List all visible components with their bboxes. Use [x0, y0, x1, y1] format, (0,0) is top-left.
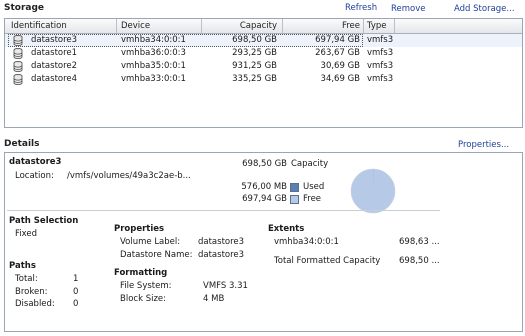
used-value: 576,00 MB	[241, 182, 287, 192]
block-size-label: Block Size:	[120, 294, 167, 304]
cell-type: vmfs3	[367, 35, 394, 45]
database-icon	[13, 61, 23, 72]
cell-identification: datastore2	[31, 61, 78, 71]
cell-capacity: 931,25 GB	[232, 61, 277, 71]
used-label: Used	[303, 182, 325, 192]
datastore-name: datastore3	[9, 157, 62, 167]
extent-device-size: 698,63 ...	[399, 237, 440, 247]
paths-total-label: Total:	[15, 274, 38, 284]
datastore-row[interactable]: datastore3 vmhba34:0:0:1 698,50 GB 697,94 G…	[5, 34, 522, 47]
free-legend-swatch	[290, 195, 299, 204]
file-system-value: VMFS 3.31	[203, 281, 248, 291]
add-storage-link[interactable]: Add Storage...	[454, 4, 515, 14]
cell-free: 697,94 GB	[315, 35, 360, 45]
cell-identification: datastore1	[31, 48, 78, 58]
cell-capacity: 698,50 GB	[232, 35, 277, 45]
paths-total-value: 1	[73, 274, 79, 284]
free-value: 697,94 GB	[242, 194, 287, 204]
cell-capacity: 335,25 GB	[232, 74, 277, 84]
column-header-identification[interactable]: Identification	[11, 21, 67, 31]
refresh-link[interactable]: Refresh	[345, 3, 377, 13]
cell-device: vmhba33:0:0:1	[121, 74, 186, 84]
paths-title: Paths	[9, 261, 36, 271]
free-label: Free	[303, 194, 322, 204]
cell-capacity: 293,25 GB	[232, 48, 277, 58]
location-label: Location:	[15, 171, 54, 181]
datastore-table-header: Identification Device Capacity Free Type	[5, 19, 522, 34]
database-icon	[13, 35, 23, 46]
cell-free: 34,69 GB	[320, 74, 360, 84]
total-formatted-capacity-value: 698,50 ...	[399, 256, 440, 266]
extent-device: vmhba34:0:0:1	[274, 237, 339, 247]
paths-disabled-value: 0	[73, 299, 79, 309]
capacity-pie-chart	[350, 168, 396, 214]
extents-title: Extents	[268, 224, 305, 234]
datastore-row[interactable]: datastore4 vmhba33:0:0:1 335,25 GB 34,69 GB…	[5, 73, 522, 86]
cell-type: vmfs3	[367, 48, 394, 58]
cell-type: vmfs3	[367, 61, 394, 71]
remove-link[interactable]: Remove	[391, 4, 426, 14]
details-section-title: Details	[4, 139, 40, 149]
paths-disabled-label: Disabled:	[15, 299, 55, 309]
total-formatted-capacity-label: Total Formatted Capacity	[274, 256, 381, 266]
datastore-table[interactable]: Identification Device Capacity Free Type…	[4, 18, 523, 128]
capacity-value: 698,50 GB	[242, 159, 287, 169]
cell-type: vmfs3	[367, 74, 394, 84]
location-value: /vmfs/volumes/49a3c2ae-b...	[67, 171, 191, 181]
datastore-name-label: Datastore Name:	[120, 250, 193, 260]
database-icon	[13, 74, 23, 85]
details-panel: datastore3 Location: /vmfs/volumes/49a3c…	[4, 152, 523, 332]
cell-device: vmhba35:0:0:1	[121, 61, 186, 71]
formatting-title: Formatting	[114, 268, 168, 278]
cell-free: 30,69 GB	[320, 61, 360, 71]
cell-identification: datastore3	[31, 35, 78, 45]
cell-device: vmhba34:0:0:1	[121, 35, 186, 45]
file-system-label: File System:	[120, 281, 172, 291]
properties-title: Properties	[114, 224, 165, 234]
capacity-label: Capacity	[291, 159, 329, 169]
storage-section-title: Storage	[4, 3, 45, 13]
cell-free: 263,67 GB	[315, 48, 360, 58]
cell-identification: datastore4	[31, 74, 78, 84]
cell-device: vmhba36:0:0:3	[121, 48, 186, 58]
block-size-value: 4 MB	[203, 294, 225, 304]
used-legend-swatch	[290, 183, 299, 192]
datastore-name-value: datastore3	[198, 250, 245, 260]
details-divider	[7, 210, 440, 211]
volume-label-value: datastore3	[198, 237, 245, 247]
volume-label-label: Volume Label:	[120, 237, 181, 247]
properties-link[interactable]: Properties...	[458, 140, 509, 150]
datastore-row[interactable]: datastore2 vmhba35:0:0:1 931,25 GB 30,69 GB…	[5, 60, 522, 73]
paths-broken-value: 0	[73, 287, 79, 297]
path-selection-value: Fixed	[15, 229, 38, 239]
datastore-row[interactable]: datastore1 vmhba36:0:0:3 293,25 GB 263,67 G…	[5, 47, 522, 60]
column-header-capacity[interactable]: Capacity	[205, 21, 277, 31]
path-selection-title: Path Selection	[9, 216, 79, 226]
column-header-device[interactable]: Device	[121, 21, 150, 31]
paths-broken-label: Broken:	[15, 287, 48, 297]
database-icon	[13, 48, 23, 59]
column-header-free[interactable]: Free	[286, 21, 360, 31]
column-header-type[interactable]: Type	[367, 21, 387, 31]
